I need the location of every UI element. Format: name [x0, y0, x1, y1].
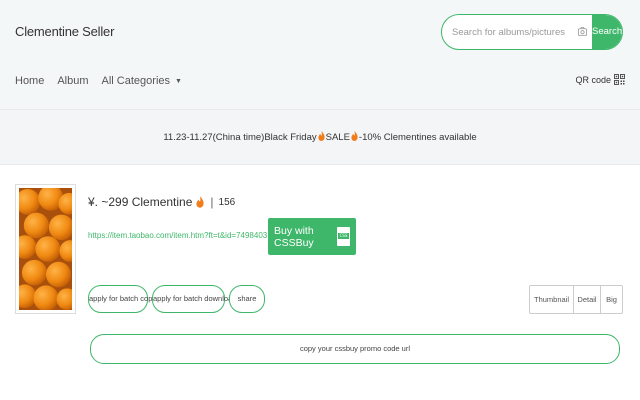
image-count: 156	[218, 196, 236, 208]
flame-icon	[196, 196, 205, 208]
batch-copy-button[interactable]: apply for batch copy	[88, 285, 156, 313]
flame-icon	[318, 131, 325, 141]
banner-text-2: SALE	[325, 132, 350, 143]
search-button[interactable]: Search	[592, 15, 622, 49]
view-thumbnail-button[interactable]: Thumbnail	[530, 286, 574, 313]
view-big-button[interactable]: Big	[601, 286, 622, 313]
product-image[interactable]	[15, 184, 76, 314]
share-button[interactable]: share	[229, 285, 265, 313]
nav-all-categories[interactable]: All Categories ▼	[102, 75, 182, 87]
chevron-down-icon: ▼	[175, 77, 182, 85]
view-mode-switcher: Thumbnail Detail Big	[529, 285, 623, 314]
view-detail-button[interactable]: Detail	[574, 286, 601, 313]
qr-code-label: QR code	[575, 74, 611, 85]
qr-code-icon	[614, 74, 625, 85]
batch-download-button[interactable]: apply for batch download	[152, 285, 236, 313]
cssbuy-logo-icon: CSS	[337, 227, 350, 246]
header: Clementine Seller Search Home Album All …	[0, 0, 640, 110]
search-box: Search	[441, 14, 623, 50]
product-title-row: ¥. ~299 Clementine | 156	[88, 195, 235, 209]
flame-icon	[351, 131, 358, 141]
main-nav: Home Album All Categories ▼	[15, 72, 195, 90]
promo-banner: 11.23-11.27(China time)Black Friday SALE -…	[0, 110, 640, 165]
buy-with-cssbuy-button[interactable]: Buy with CSSBuy CSS	[268, 218, 356, 255]
nav-album[interactable]: Album	[57, 75, 88, 87]
site-title[interactable]: Clementine Seller	[15, 24, 114, 39]
qr-code-link[interactable]: QR code	[575, 74, 625, 85]
copy-promo-url-button[interactable]: copy your cssbuy promo code url	[90, 334, 620, 364]
product-title: ¥. ~299 Clementine	[88, 195, 193, 209]
clementines-photo	[19, 188, 72, 310]
search-input[interactable]	[442, 15, 582, 49]
camera-icon[interactable]	[577, 26, 588, 37]
banner-text-1: 11.23-11.27(China time)Black Friday	[163, 132, 317, 143]
title-separator: |	[210, 195, 214, 209]
product-source-link[interactable]: https://item.taobao.com/item.htm?ft=t&id…	[88, 231, 267, 240]
nav-all-categories-label: All Categories	[101, 75, 171, 87]
banner-text-3: -10% Clementines available	[358, 132, 477, 143]
nav-home[interactable]: Home	[15, 75, 44, 87]
